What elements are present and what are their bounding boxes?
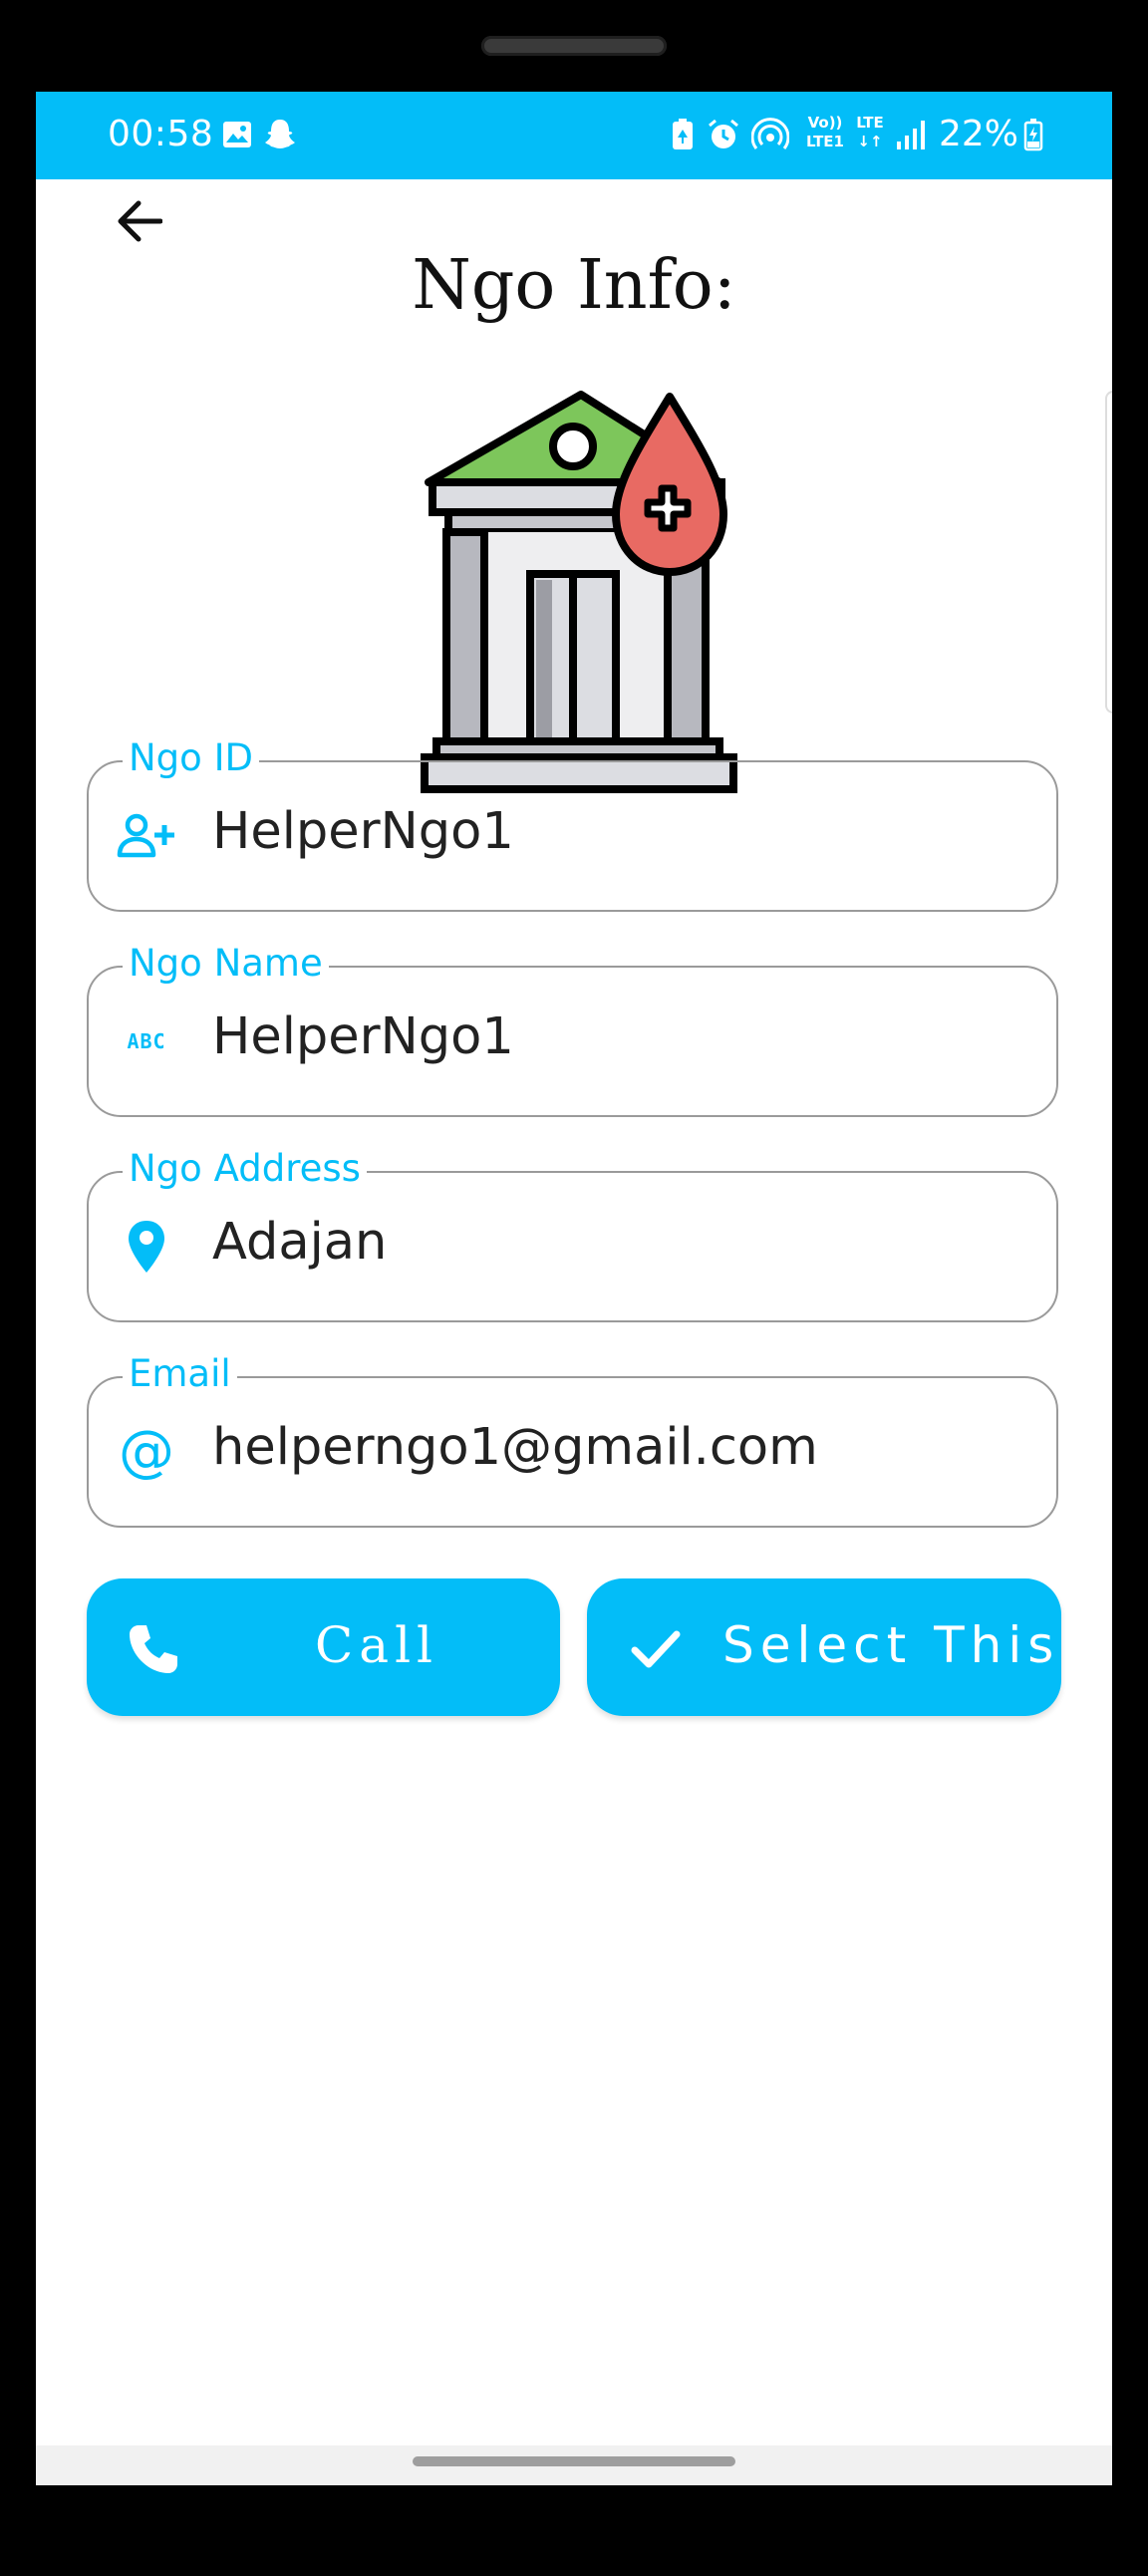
call-button[interactable]: Call — [87, 1578, 560, 1716]
page-title: Ngo Info: — [412, 246, 736, 325]
alarm-icon — [709, 119, 738, 148]
phone-frame: 00:58 Vo)) LTE1 LTE ↓↑ 22% Ngo Info: Ngo… — [0, 0, 1148, 2576]
volte-bottom-label: LTE1 — [806, 133, 844, 150]
ngo-id-value[interactable]: HelperNgo1 — [212, 802, 514, 861]
select-this-button-label: Select This — [722, 1616, 1060, 1674]
ngo-address-value[interactable]: Adajan — [212, 1213, 387, 1272]
arrow-back-icon — [118, 200, 162, 242]
call-button-label: Call — [315, 1616, 439, 1674]
lte-icon: LTE ↓↑ — [853, 114, 887, 151]
email-value[interactable]: helperngo1@gmail.com — [212, 1418, 818, 1477]
abc-icon-text: ABC — [127, 1029, 166, 1053]
select-this-button[interactable]: Select This — [587, 1578, 1061, 1716]
battery-icon — [1023, 119, 1043, 151]
abc-icon: ABC — [117, 1013, 176, 1069]
ngo-name-value[interactable]: HelperNgo1 — [212, 1007, 514, 1066]
lte-label: LTE — [856, 114, 884, 132]
ngo-name-label: Ngo Name — [123, 942, 329, 985]
home-indicator[interactable] — [413, 2456, 735, 2466]
ngo-address-field[interactable]: Ngo Address Adajan — [87, 1147, 1058, 1322]
email-field[interactable]: Email @ helperngo1@gmail.com — [87, 1352, 1058, 1528]
volte-icon: Vo)) LTE1 — [803, 114, 847, 151]
ngo-name-field[interactable]: Ngo Name ABC HelperNgo1 — [87, 942, 1058, 1117]
snapchat-icon — [265, 120, 295, 148]
ngo-id-label: Ngo ID — [123, 736, 259, 779]
volte-top-label: Vo)) — [807, 114, 843, 132]
app-screen: 00:58 Vo)) LTE1 LTE ↓↑ 22% Ngo Info: Ngo… — [36, 92, 1112, 2485]
status-bar: 00:58 Vo)) LTE1 LTE ↓↑ 22% — [36, 92, 1112, 179]
location-pin-icon — [117, 1219, 176, 1275]
battery-percent: 22% — [939, 114, 1019, 154]
phone-speaker — [481, 36, 667, 56]
email-label: Email — [123, 1352, 237, 1395]
edge-panel-handle[interactable] — [1105, 391, 1112, 714]
ngo-id-field[interactable]: Ngo ID HelperNgo1 — [87, 736, 1058, 912]
ngo-address-label: Ngo Address — [123, 1147, 367, 1190]
signal-icon — [897, 121, 925, 149]
at-sign-icon-text: @ — [119, 1419, 174, 1484]
check-icon — [631, 1630, 681, 1668]
battery-saver-icon — [673, 119, 693, 149]
phone-icon — [130, 1625, 177, 1673]
hotspot-icon — [751, 118, 789, 149]
lte-arrows: ↓↑ — [857, 133, 883, 150]
person-add-icon — [117, 808, 176, 864]
status-time: 00:58 — [108, 114, 214, 154]
ngo-building-blood-drop-icon — [421, 391, 737, 793]
gallery-icon — [223, 122, 251, 147]
at-sign-icon: @ — [117, 1424, 176, 1480]
